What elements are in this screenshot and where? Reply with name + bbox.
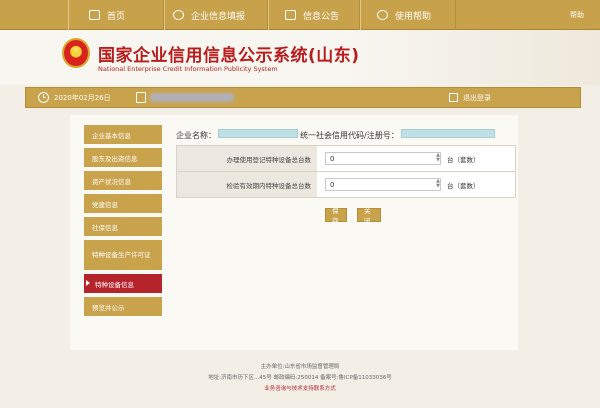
sidebar-item-basic-info[interactable]: 企业基本信息 <box>84 125 162 144</box>
registered-count-unit: 台（套数） <box>447 156 480 164</box>
nav-enterprise-report-label: 企业信息填报 <box>191 11 246 22</box>
form-row-valid-inspection-count: 检验有效期内特种设备总台数 ▲▼ 台（套数） <box>176 171 516 198</box>
close-button[interactable]: 关闭 <box>357 207 381 225</box>
valid-inspection-count-cell: ▲▼ 台（套数） <box>317 172 515 197</box>
site-title: 国家企业信用信息公示系统(山东) <box>98 46 360 66</box>
sidebar-item-assets[interactable]: 资产状况信息 <box>84 171 162 190</box>
save-button[interactable]: 保存 <box>325 207 347 225</box>
monitor-icon <box>89 10 100 20</box>
user-icon <box>136 92 146 103</box>
logout-link[interactable]: 退出登录 <box>463 93 491 103</box>
nav-announcement-label: 信息公告 <box>303 11 340 22</box>
valid-inspection-count-stepper[interactable]: ▲ ▼ <box>435 179 441 190</box>
nav-enterprise-report[interactable]: 企业信息填报 <box>164 0 268 30</box>
registered-count-input[interactable] <box>325 152 441 165</box>
sidebar-item-social-security[interactable]: 社保信息 <box>84 217 162 236</box>
sidebar: 企业基本信息 股东及出资信息 资产状况信息 党建信息 社保信息 特种设备生产许可… <box>84 125 162 320</box>
banner: 国家企业信用信息公示系统(山东) National Enterprise Cre… <box>0 30 600 85</box>
valid-inspection-count-unit: 台（套数） <box>447 182 480 190</box>
national-emblem-icon <box>62 38 90 68</box>
registered-count-label: 办理使用登记特种设备总台数 <box>177 146 317 171</box>
form-row-registered-count: 办理使用登记特种设备总台数 ▲▼ 台（套数） <box>176 145 516 172</box>
footer: 主办单位:山东省市场监督管理局 地址:济南市历下区...45号 邮政编码:250… <box>0 362 600 395</box>
logout-icon[interactable] <box>449 93 458 102</box>
sidebar-item-special-equipment[interactable]: 特种设备信息 <box>84 274 162 293</box>
sidebar-item-shareholders[interactable]: 股东及出资信息 <box>84 148 162 167</box>
valid-inspection-count-label: 检验有效期内特种设备总台数 <box>177 172 317 197</box>
company-name-redacted <box>218 129 298 138</box>
clock-icon <box>38 92 49 103</box>
nav-announcement[interactable]: 信息公告 <box>268 0 360 30</box>
nav-home-label: 首页 <box>107 11 126 22</box>
sidebar-item-preview-publish[interactable]: 预览并公示 <box>84 297 162 316</box>
help-icon <box>377 10 388 20</box>
footer-address: 地址:济南市历下区...45号 邮政编码:250014 备案号:鲁ICP备110… <box>208 375 392 381</box>
footer-support-link[interactable]: 业务咨询与技术支持联系方式 <box>0 384 600 392</box>
banner-decoration <box>340 30 600 85</box>
site-subtitle: National Enterprise Credit Information P… <box>98 65 278 73</box>
main-panel: 企业基本信息 股东及出资信息 资产状况信息 党建信息 社保信息 特种设备生产许可… <box>70 115 518 350</box>
user-name-redacted <box>150 93 234 102</box>
nav-home[interactable]: 首页 <box>68 0 164 30</box>
sidebar-item-special-equipment-label: 特种设备信息 <box>95 280 134 289</box>
footer-host: 主办单位:山东省市场监督管理局 <box>260 364 340 370</box>
gear-icon <box>173 10 184 20</box>
sidebar-item-party[interactable]: 党建信息 <box>84 194 162 213</box>
credit-code-label: 统一社会信用代码/注册号： <box>300 131 399 140</box>
sidebar-item-production-license[interactable]: 特种设备生产许可证 <box>84 240 162 270</box>
document-icon <box>285 10 296 20</box>
valid-inspection-count-input[interactable] <box>325 178 441 191</box>
company-name-label: 企业名称： <box>176 131 216 140</box>
credit-code-redacted <box>401 129 495 138</box>
registered-count-stepper[interactable]: ▲ ▼ <box>435 153 441 164</box>
registered-count-cell: ▲▼ 台（套数） <box>317 146 515 171</box>
info-bar: 2020年02月26日 退出登录 <box>25 87 581 108</box>
current-date: 2020年02月26日 <box>54 94 111 102</box>
nav-help-label: 使用帮助 <box>395 11 432 22</box>
nav-right-link[interactable]: 帮助 <box>570 0 584 30</box>
nav-help[interactable]: 使用帮助 <box>360 0 456 30</box>
top-nav: 首页 企业信息填报 信息公告 使用帮助 帮助 <box>0 0 600 30</box>
